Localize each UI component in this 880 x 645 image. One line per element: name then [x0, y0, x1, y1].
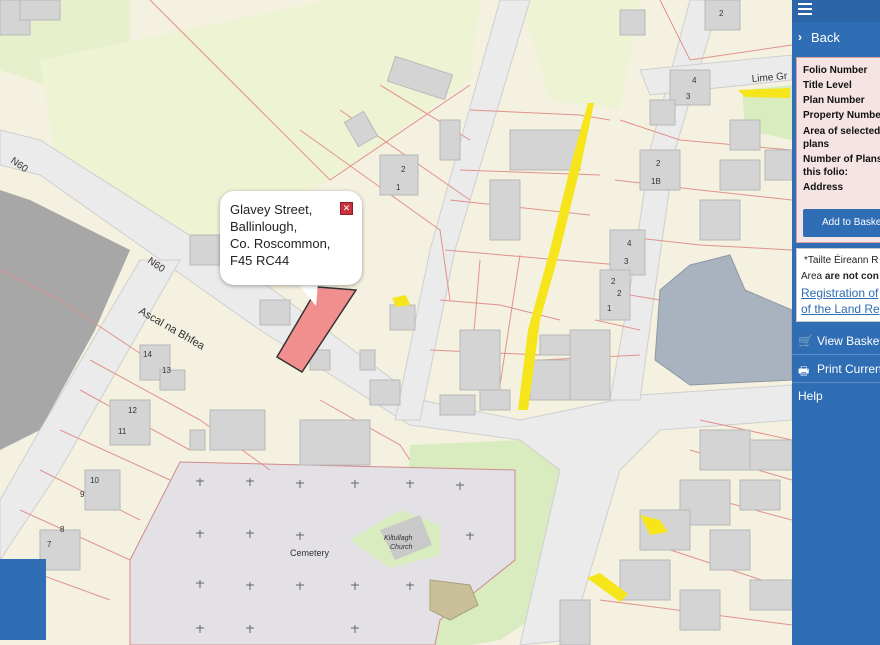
house-number: 11 — [118, 427, 127, 436]
house-number: 14 — [143, 350, 152, 359]
close-icon[interactable]: ✕ — [340, 202, 353, 215]
area-label-cont: plans — [803, 139, 830, 150]
print-button[interactable]: 🖶 Print Curren — [792, 358, 880, 380]
church-label: Church — [390, 544, 413, 551]
menu-bar — [792, 0, 880, 22]
house-number: 2 — [611, 277, 616, 286]
help-label: Help — [798, 389, 823, 403]
notice-prefix: Area — [801, 271, 825, 282]
plans-count-label-cont: this folio: — [803, 167, 848, 178]
address-line: Glavey Street, — [230, 202, 313, 217]
map-overlay-panel[interactable] — [0, 559, 46, 640]
address-label: Address — [803, 182, 844, 193]
church-label: Kiltullagh — [384, 535, 413, 542]
house-number: 4 — [627, 239, 632, 248]
address-line: Ballinlough, — [230, 219, 298, 234]
address-line: Co. Roscommon, — [230, 236, 331, 251]
chevron-right-icon: › — [798, 30, 802, 44]
notice-box: *Tailte Éireann R Area are not con Regis… — [796, 248, 880, 322]
house-number: 7 — [47, 540, 52, 549]
divider — [792, 382, 880, 383]
back-label: Back — [811, 30, 840, 45]
cemetery-label: Cemetery — [290, 548, 330, 558]
house-number: 3 — [686, 92, 691, 101]
back-button[interactable]: › Back — [792, 26, 880, 50]
view-basket-button[interactable]: 🛒 View Basket — [792, 330, 880, 352]
print-label: Print Curren — [817, 362, 880, 376]
address-line: F45 RC44 — [230, 253, 290, 268]
house-number: 1 — [396, 183, 401, 192]
folio-info-panel: Folio Number Title Level Plan Number Pro… — [796, 57, 880, 243]
plans-count-label: Number of Plans — [803, 154, 880, 165]
map-view[interactable]: N60 N60 Ascal na Bhfea Lime Gr Cemetery … — [0, 0, 792, 645]
notice-bold: are not con — [824, 271, 879, 282]
hamburger-icon[interactable] — [798, 3, 812, 17]
cart-icon: 🛒 — [798, 334, 813, 348]
view-basket-label: View Basket — [817, 334, 880, 348]
house-number: 2 — [656, 159, 661, 168]
title-level-label: Title Level — [803, 80, 852, 91]
printer-icon: 🖶 — [798, 364, 810, 378]
registration-link[interactable]: of the Land Reg — [801, 302, 880, 316]
map-canvas[interactable]: N60 N60 Ascal na Bhfea Lime Gr Cemetery … — [0, 0, 792, 645]
house-number: 12 — [128, 406, 137, 415]
area-label: Area of selected — [803, 126, 880, 137]
house-number: 10 — [90, 476, 99, 485]
registration-link[interactable]: Registration of — [801, 286, 878, 300]
divider — [792, 354, 880, 355]
house-number: 13 — [162, 366, 171, 375]
house-number: 4 — [692, 76, 697, 85]
house-number: 2 — [719, 9, 724, 18]
notice-text: *Tailte Éireann R — [804, 255, 879, 266]
notice-text: Area are not con — [801, 271, 879, 282]
house-number: 1B — [651, 177, 661, 186]
plan-number-label: Plan Number — [803, 95, 865, 106]
help-button[interactable]: Help — [792, 385, 880, 407]
add-to-basket-button[interactable]: Add to Basket — [803, 209, 880, 237]
house-number: 2 — [617, 289, 622, 298]
property-number-label: Property Numbe — [803, 110, 880, 121]
house-number: 3 — [624, 257, 629, 266]
house-number: 2 — [401, 165, 406, 174]
folio-number-label: Folio Number — [803, 65, 868, 76]
house-number: 8 — [60, 525, 65, 534]
address-popup: Glavey Street, Ballinlough, Co. Roscommo… — [220, 191, 362, 285]
house-number: 1 — [607, 304, 612, 313]
house-number: 9 — [80, 490, 85, 499]
